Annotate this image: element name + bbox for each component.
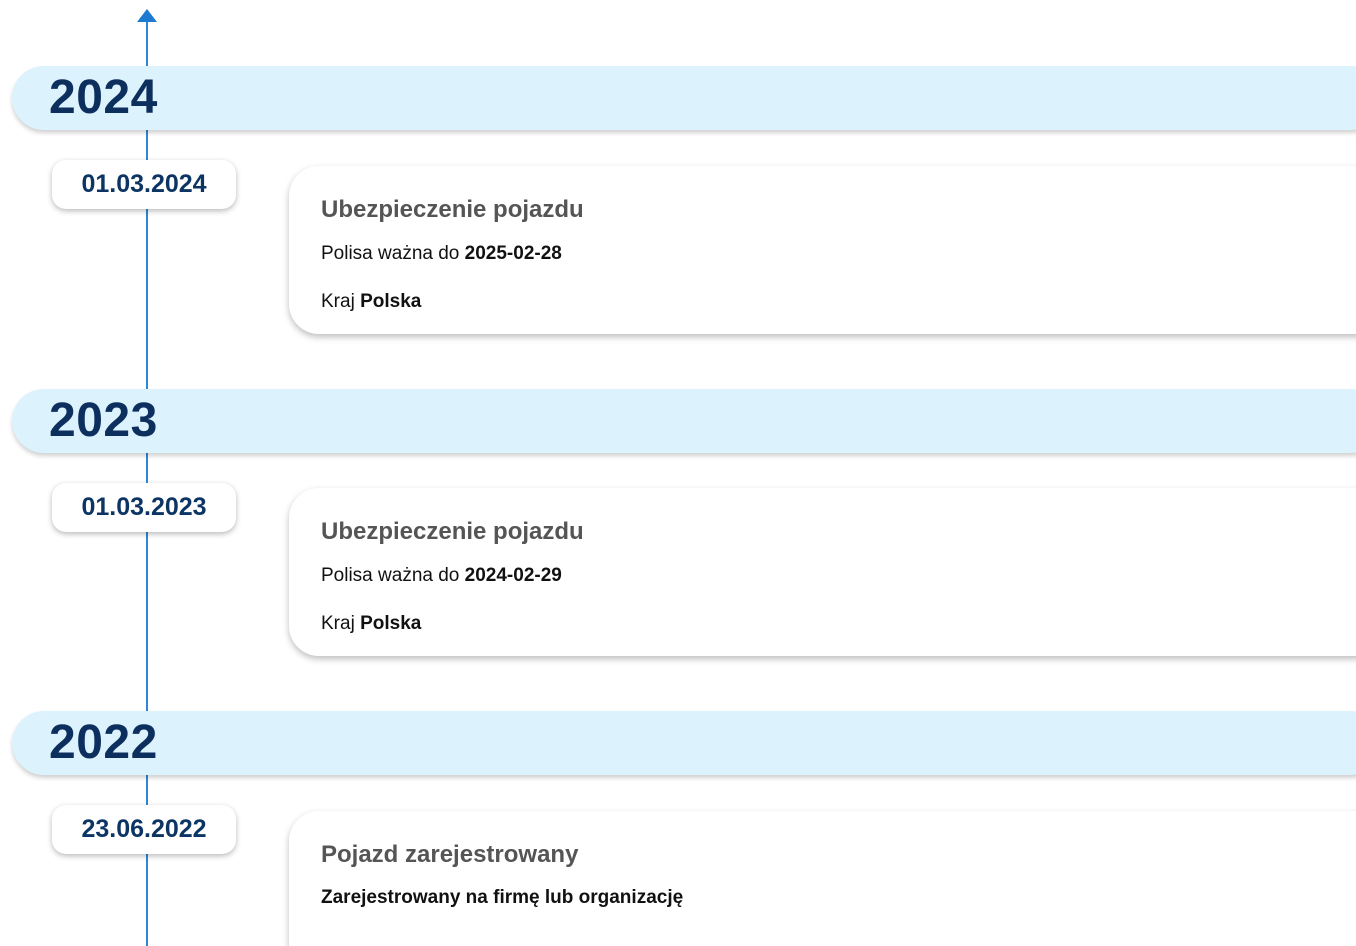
country-value: Polska	[360, 291, 422, 312]
arrow-up-icon	[137, 9, 157, 22]
entry-title: Ubezpieczenie pojazdu	[321, 518, 584, 545]
year-label: 2023	[49, 394, 158, 447]
country-label: Kraj	[321, 613, 355, 634]
timeline-entry-card[interactable]: Pojazd zarejestrowany Zarejestrowany na …	[289, 811, 1356, 946]
entry-date-badge: 23.06.2022	[52, 805, 236, 854]
entry-title: Pojazd zarejestrowany	[321, 841, 579, 868]
policy-valid-value: 2024-02-29	[464, 565, 562, 586]
year-label: 2022	[49, 716, 158, 769]
policy-valid-row: Polisa ważna do 2025-02-28	[321, 241, 562, 267]
year-label: 2024	[49, 71, 158, 124]
entry-title: Ubezpieczenie pojazdu	[321, 196, 584, 223]
entry-date-badge: 01.03.2024	[52, 160, 236, 209]
country-row: Kraj Polska	[321, 611, 421, 637]
registration-description: Zarejestrowany na firmę lub organizację	[321, 887, 684, 908]
timeline-entry-card[interactable]: Ubezpieczenie pojazdu Polisa ważna do 20…	[289, 488, 1356, 656]
policy-valid-label: Polisa ważna do	[321, 243, 460, 264]
vehicle-history-timeline: 2024 01.03.2024 Ubezpieczenie pojazdu Po…	[0, 0, 1356, 946]
country-row: Kraj Polska	[321, 289, 421, 315]
policy-valid-value: 2025-02-28	[464, 243, 562, 264]
year-band-2022: 2022	[12, 711, 1356, 775]
year-band-2024: 2024	[12, 66, 1356, 130]
country-value: Polska	[360, 613, 422, 634]
country-label: Kraj	[321, 291, 355, 312]
entry-date-badge: 01.03.2023	[52, 483, 236, 532]
policy-valid-label: Polisa ważna do	[321, 565, 460, 586]
policy-valid-row: Polisa ważna do 2024-02-29	[321, 563, 562, 589]
timeline-entry-card[interactable]: Ubezpieczenie pojazdu Polisa ważna do 20…	[289, 166, 1356, 334]
year-band-2023: 2023	[12, 389, 1356, 453]
